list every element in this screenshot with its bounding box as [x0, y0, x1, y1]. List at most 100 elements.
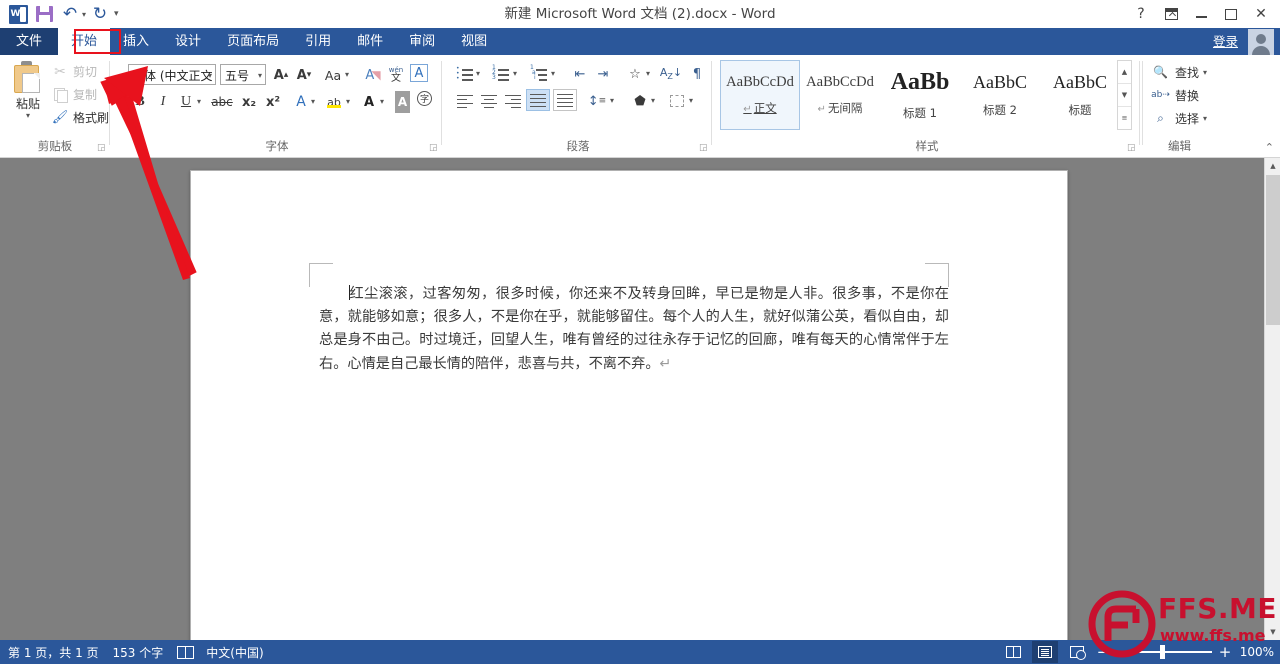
font-size-dropdown-icon[interactable]: ▾: [258, 71, 262, 80]
style-card-heading-2[interactable]: AaBbC 标题 2: [960, 60, 1040, 130]
distribute-icon[interactable]: [553, 89, 577, 111]
tab-insert[interactable]: 插入: [110, 28, 162, 55]
text-highlight-icon[interactable]: ab: [323, 91, 345, 113]
strikethrough-button[interactable]: abc: [209, 91, 235, 113]
tab-file[interactable]: 文件: [0, 28, 59, 55]
tab-review[interactable]: 审阅: [396, 28, 448, 55]
zoom-in-button[interactable]: +: [1218, 643, 1232, 661]
format-painter-button[interactable]: 🖌 格式刷: [52, 107, 109, 128]
text-effects-icon[interactable]: A: [291, 91, 311, 113]
font-dialog-launcher-icon[interactable]: ◲: [429, 144, 438, 153]
replace-button[interactable]: ab⇢ 替换: [1151, 84, 1199, 106]
account-avatar[interactable]: [1248, 29, 1274, 55]
numbering-icon[interactable]: 123: [489, 63, 513, 85]
shrink-font-button[interactable]: A ▾: [293, 64, 315, 86]
clear-formatting-icon[interactable]: A ◥: [362, 64, 384, 86]
font-name-input[interactable]: 宋体 (中文正文 ▾: [128, 64, 216, 85]
style-scroll-up-icon[interactable]: ▲: [1118, 61, 1131, 84]
style-card-heading-1[interactable]: AaBb 标题 1: [880, 60, 960, 130]
customize-qat-icon[interactable]: ▾: [114, 9, 119, 19]
sort-icon[interactable]: AZ↓: [660, 63, 682, 85]
document-page[interactable]: 红尘滚滚，过客匆匆，很多时候，你还来不及转身回眸，早已是物是人非。很多事，不是你…: [190, 170, 1068, 655]
document-body-text[interactable]: 红尘滚滚，过客匆匆，很多时候，你还来不及转身回眸，早已是物是人非。很多事，不是你…: [319, 283, 949, 376]
character-border-icon[interactable]: A: [410, 64, 428, 82]
phonetic-guide-icon[interactable]: wén 文: [385, 64, 407, 86]
zoom-slider-thumb[interactable]: [1160, 645, 1165, 659]
style-scroll-down-icon[interactable]: ▼: [1118, 84, 1131, 107]
print-layout-button[interactable]: [1032, 641, 1058, 663]
tab-home[interactable]: 开始: [58, 28, 111, 55]
undo-icon[interactable]: ↶: [58, 2, 82, 26]
language-indicator[interactable]: 中文(中国): [206, 644, 263, 661]
borders-dropdown-icon[interactable]: ▾: [689, 96, 709, 105]
align-center-icon[interactable]: [478, 90, 500, 112]
font-name-dropdown-icon[interactable]: ▾: [208, 71, 212, 80]
style-card-title[interactable]: AaBbC 标题: [1040, 60, 1120, 130]
font-color-icon[interactable]: A: [359, 91, 379, 113]
find-dropdown-icon[interactable]: ▾: [1203, 68, 1207, 77]
proofing-icon[interactable]: [177, 645, 195, 659]
character-shading-icon[interactable]: A: [395, 91, 410, 113]
paste-dropdown-icon[interactable]: ▾: [26, 112, 30, 120]
align-right-icon[interactable]: [502, 90, 524, 112]
borders-icon[interactable]: [666, 90, 688, 112]
subscript-button[interactable]: x₂: [238, 91, 260, 113]
scroll-down-icon[interactable]: ▼: [1265, 624, 1280, 640]
word-count[interactable]: 153 个字: [113, 644, 164, 661]
decrease-indent-icon[interactable]: ⇤: [569, 63, 591, 85]
tab-design[interactable]: 设计: [162, 28, 214, 55]
increase-indent-icon[interactable]: ⇥: [592, 63, 614, 85]
zoom-level[interactable]: 100%: [1238, 645, 1274, 659]
italic-button[interactable]: I: [153, 91, 173, 113]
web-layout-button[interactable]: [1064, 641, 1090, 663]
ribbon-display-options-icon[interactable]: [1156, 1, 1186, 27]
underline-button[interactable]: U: [176, 91, 196, 113]
undo-dropdown-icon[interactable]: ▾: [82, 10, 86, 19]
close-button[interactable]: ✕: [1246, 1, 1276, 27]
paragraph-dialog-launcher-icon[interactable]: ◲: [699, 144, 708, 153]
select-dropdown-icon[interactable]: ▾: [1203, 114, 1207, 123]
scrollbar-thumb[interactable]: [1266, 175, 1280, 325]
copy-button[interactable]: 复制: [52, 84, 97, 105]
restore-button[interactable]: [1216, 1, 1246, 27]
page-indicator[interactable]: 第 1 页，共 1 页: [8, 644, 99, 661]
show-paragraph-marks-icon[interactable]: ¶: [686, 63, 708, 85]
tab-mailings[interactable]: 邮件: [344, 28, 396, 55]
shading-icon[interactable]: ⬟: [629, 90, 651, 112]
style-gallery-scrollbar[interactable]: ▲ ▼ ≡: [1117, 60, 1132, 130]
bullets-icon[interactable]: • • •: [454, 63, 476, 85]
align-left-icon[interactable]: [454, 90, 476, 112]
asian-layout-icon[interactable]: ☆: [624, 63, 646, 85]
justify-icon[interactable]: [526, 89, 550, 111]
style-card-normal[interactable]: AaBbCcDd ↵ 正文: [720, 60, 800, 130]
cut-button[interactable]: ✂ 剪切: [52, 61, 97, 82]
line-spacing-icon[interactable]: ↕ ≡: [586, 90, 608, 112]
multilevel-list-icon[interactable]: 1ai: [527, 63, 551, 85]
collapse-ribbon-icon[interactable]: ⌃: [1265, 141, 1274, 154]
zoom-out-button[interactable]: −: [1096, 643, 1110, 661]
vertical-scrollbar[interactable]: ▲ ▼: [1264, 158, 1280, 640]
minimize-button[interactable]: [1186, 1, 1216, 27]
styles-dialog-launcher-icon[interactable]: ◲: [1127, 144, 1136, 153]
style-more-icon[interactable]: ≡: [1118, 107, 1131, 129]
paste-button[interactable]: 粘贴 ▾: [6, 59, 50, 131]
enclose-character-icon[interactable]: 字: [417, 91, 432, 106]
style-card-no-spacing[interactable]: AaBbCcDd ↵ 无间隔: [800, 60, 880, 130]
redo-icon[interactable]: ↻: [88, 2, 112, 26]
read-mode-button[interactable]: [1000, 641, 1026, 663]
tab-view[interactable]: 视图: [448, 28, 500, 55]
help-icon[interactable]: ?: [1126, 1, 1156, 27]
save-icon[interactable]: [32, 2, 56, 26]
grow-font-button[interactable]: A ▴: [270, 64, 292, 86]
tab-page-layout[interactable]: 页面布局: [214, 28, 292, 55]
clipboard-dialog-launcher-icon[interactable]: ◲: [97, 144, 106, 153]
font-size-input[interactable]: 五号 ▾: [220, 64, 266, 85]
scroll-up-icon[interactable]: ▲: [1265, 158, 1280, 174]
find-button[interactable]: 🔍 查找 ▾: [1152, 61, 1207, 83]
select-button[interactable]: ⌕ 选择 ▾: [1152, 107, 1207, 129]
sign-in-link[interactable]: 登录: [1213, 28, 1238, 55]
zoom-slider[interactable]: [1116, 642, 1212, 662]
bold-button[interactable]: B: [130, 91, 150, 113]
tab-references[interactable]: 引用: [292, 28, 344, 55]
word-app-icon[interactable]: W: [6, 2, 30, 26]
